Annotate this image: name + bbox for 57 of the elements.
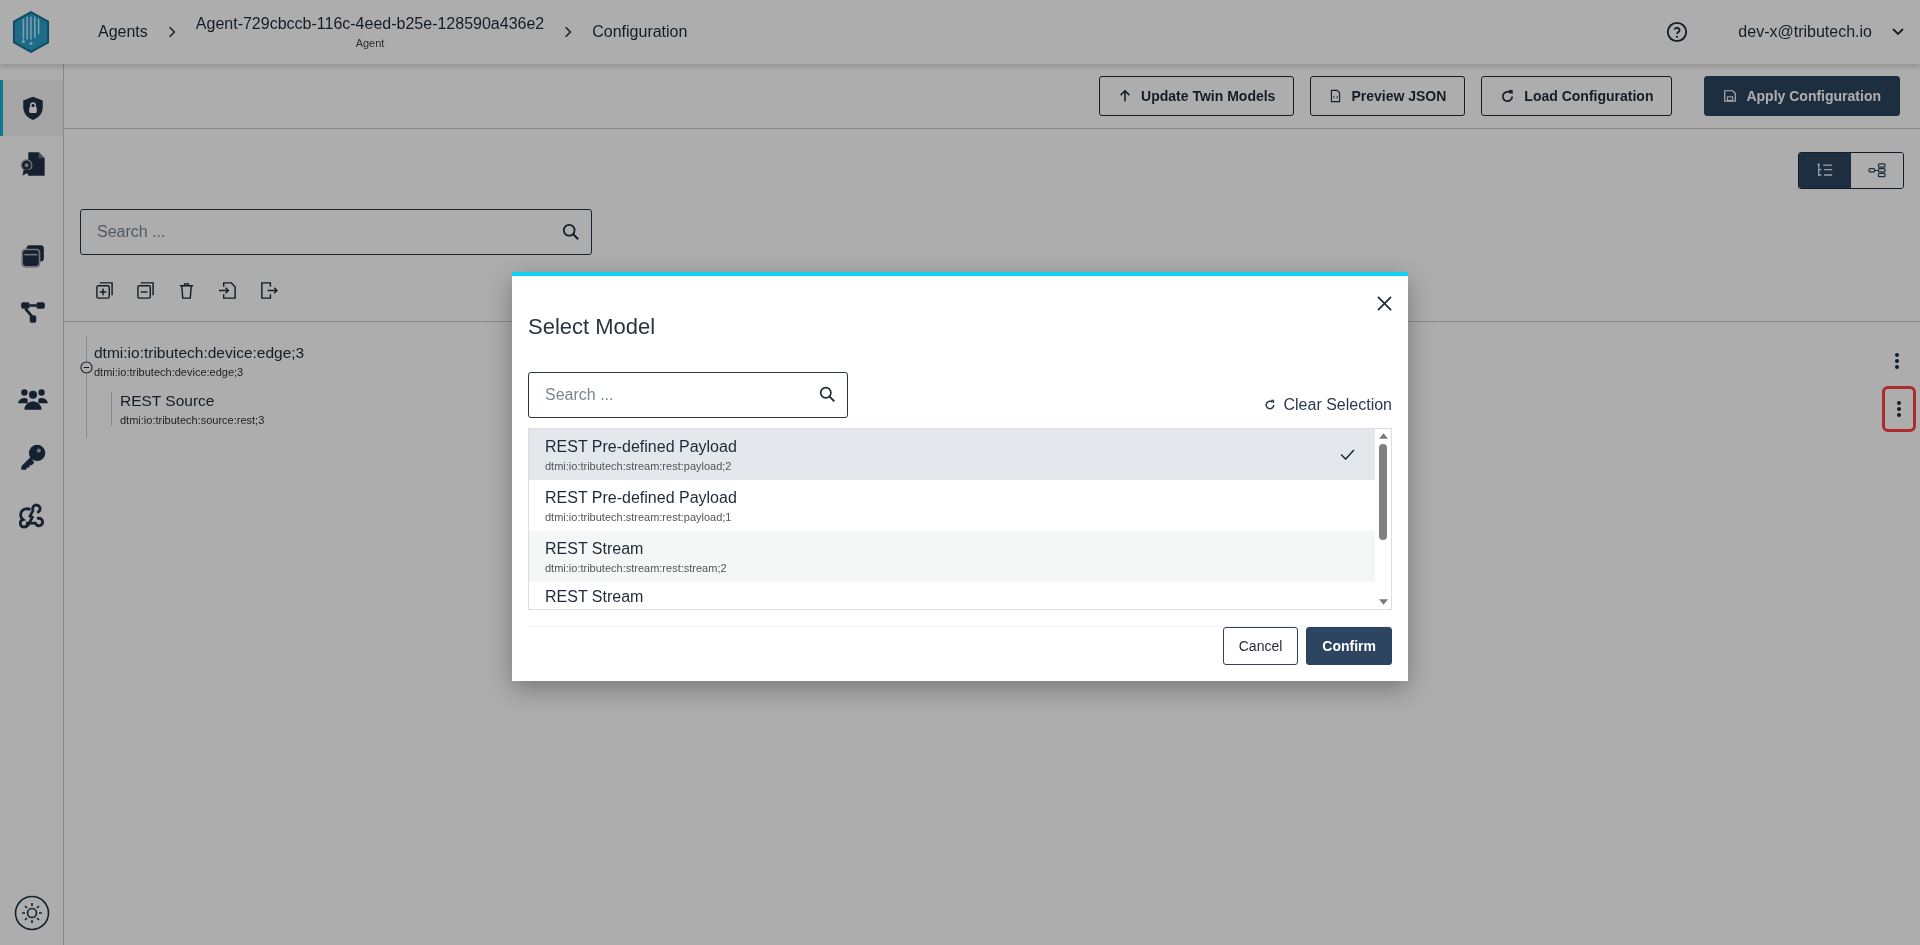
toolbar-button[interactable]: Update Twin Models (1099, 76, 1295, 116)
cancel-button[interactable]: Cancel (1222, 627, 1299, 665)
key-icon (19, 443, 47, 471)
close-icon[interactable] (1377, 296, 1392, 311)
trash-icon[interactable] (177, 281, 196, 300)
import-icon[interactable] (218, 281, 237, 300)
reload-icon (1500, 88, 1516, 104)
user-menu[interactable]: dev-x@tributech.io (1738, 23, 1904, 41)
model-option[interactable]: REST Pre-defined Payload dtmi:io:tributech:stream:rest:payload;1 (529, 480, 1375, 531)
save-icon (1723, 89, 1738, 103)
people-icon (18, 387, 48, 411)
sun-icon[interactable] (13, 895, 50, 931)
model-option[interactable]: REST Stream (529, 582, 1375, 606)
chevron-right-icon (564, 26, 573, 38)
more-icon[interactable] (1896, 400, 1902, 418)
scroll-up-icon[interactable] (1378, 433, 1388, 439)
search-field[interactable]: Search ... (528, 372, 848, 418)
more-icon[interactable] (1894, 352, 1900, 370)
code-file-icon (1329, 89, 1343, 103)
clear-selection-button[interactable]: Clear Selection (1263, 396, 1392, 418)
flow-diagram-icon (19, 299, 47, 325)
toolbar-button[interactable]: Load Configuration (1481, 76, 1673, 116)
diagram-icon (1867, 163, 1887, 178)
breadcrumb-link[interactable]: Agents (98, 23, 148, 41)
model-option[interactable]: REST Stream dtmi:io:tributech:stream:rest:stream;2 (529, 531, 1375, 582)
tree-view-toggle[interactable] (1799, 153, 1851, 188)
webhook-icon (19, 501, 47, 529)
export-icon[interactable] (259, 281, 278, 300)
model-option[interactable]: REST Pre-defined Payload dtmi:io:tributech:stream:rest:payload;2 (529, 429, 1375, 480)
dialog-title: Select Model (528, 314, 656, 340)
help-icon[interactable] (1666, 21, 1689, 43)
certificate-document-icon (19, 150, 47, 178)
confirm-button[interactable]: Confirm (1306, 627, 1392, 665)
search-icon (819, 386, 836, 403)
chevron-right-icon (167, 26, 176, 38)
sidebar-item[interactable] (0, 80, 63, 136)
toolbar-button[interactable]: Preview JSON (1310, 76, 1466, 116)
search-field[interactable]: Search ... (80, 209, 592, 255)
check-icon (1340, 449, 1355, 460)
chevron-down-icon (1892, 28, 1904, 36)
arrow-up-icon (1118, 89, 1133, 103)
stacked-cards-icon (20, 243, 46, 269)
search-icon (562, 223, 580, 241)
shield-lock-icon (20, 95, 46, 121)
node-subtitle: dtmi:io:tributech:source:rest;3 (120, 414, 266, 426)
node-subtitle: dtmi:io:tributech:device:edge;3 (94, 366, 245, 378)
breadcrumb-sublabel: Agent (355, 37, 385, 49)
breadcrumb-link[interactable]: Configuration (592, 23, 688, 41)
scroll-down-icon[interactable] (1378, 599, 1388, 605)
breadcrumb-link[interactable]: Agent-729cbccb-116c-4eed-b25e-128590a436e2 (195, 15, 545, 33)
collapse-all-icon[interactable] (136, 281, 155, 300)
collapse-icon[interactable] (80, 360, 93, 374)
tree-list-icon (1816, 163, 1834, 178)
logo-icon[interactable] (12, 11, 50, 53)
expand-all-icon[interactable] (95, 281, 114, 300)
toolbar-button[interactable]: Apply Configuration (1704, 76, 1900, 116)
reload-icon (1263, 399, 1276, 411)
